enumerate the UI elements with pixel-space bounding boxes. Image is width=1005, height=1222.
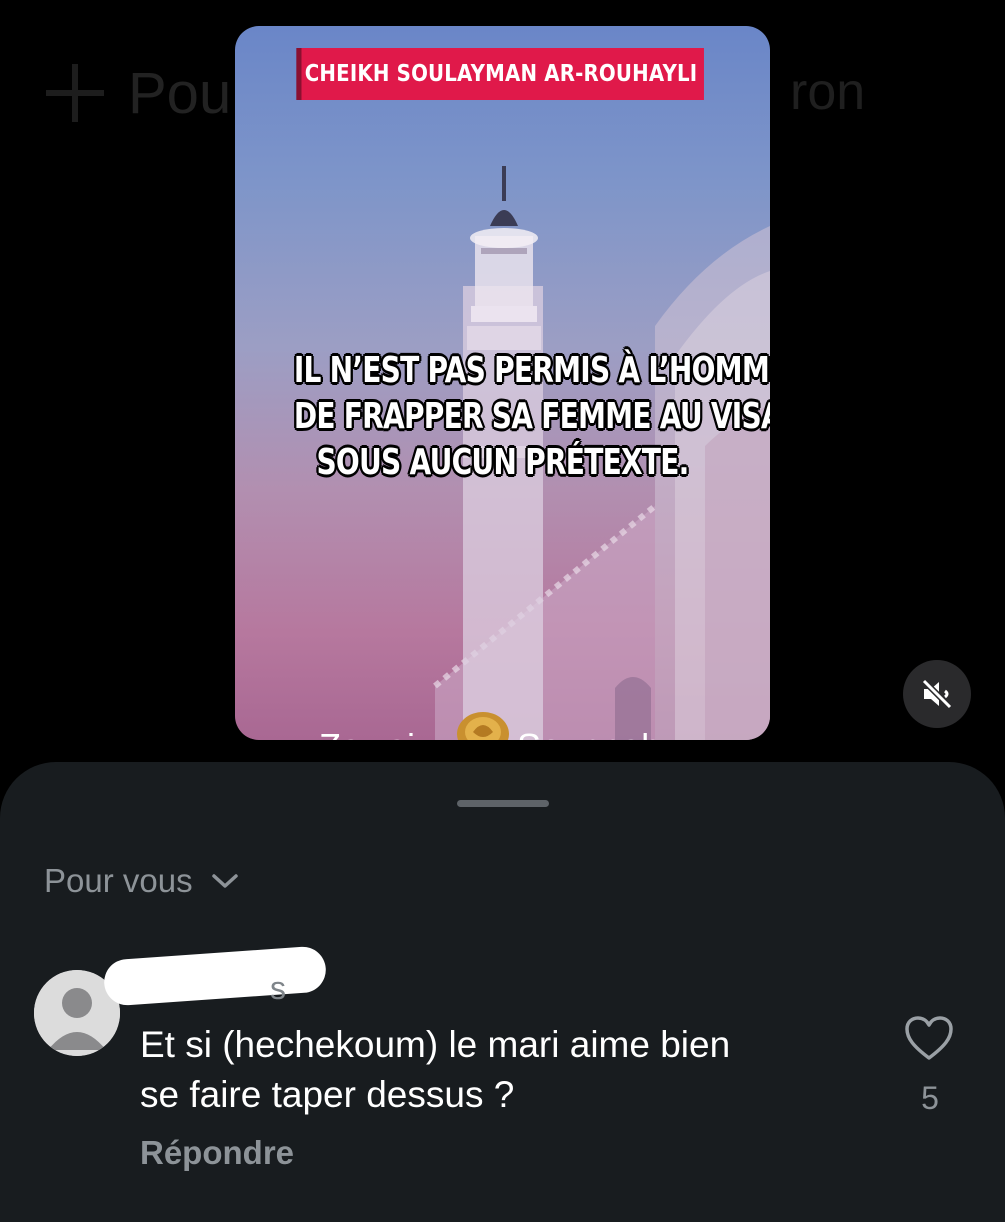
background-header-tail: ron: [790, 63, 866, 121]
comment-timestamp: s: [270, 970, 286, 1006]
redacted-username: [102, 945, 328, 1007]
speaker-muted-icon: [921, 679, 953, 709]
comment-text: Et si (hechekoum) le mari aime bien se f…: [140, 1020, 880, 1120]
mute-toggle-button[interactable]: [903, 660, 971, 728]
brand-name-right: Sounnah: [517, 726, 661, 740]
rose-logo-icon: [457, 712, 509, 740]
background-header: Pou: [40, 58, 231, 128]
video-quote: IL N’EST PAS PERMIS À L’HOMME DE FRAPPER…: [293, 348, 770, 486]
heart-icon[interactable]: [903, 1014, 955, 1062]
video-title-banner: CHEIKH SOULAYMAN AR-ROUHAYLI: [296, 48, 704, 100]
quote-line: DE FRAPPER SA FEMME AU VISAGE,: [293, 396, 770, 437]
comments-filter-dropdown[interactable]: Pour vous: [44, 862, 239, 900]
reply-button[interactable]: Répondre: [140, 1134, 294, 1172]
background-header-text: Pou: [128, 60, 232, 126]
filter-label: Pour vous: [44, 862, 193, 899]
comment-line: se faire taper dessus ?: [140, 1074, 515, 1115]
brand-watermark: Zawaj Sounnah: [235, 712, 770, 740]
plus-icon: [40, 58, 110, 128]
sheet-drag-handle[interactable]: [457, 800, 549, 807]
brand-name-left: Zawaj: [319, 726, 415, 740]
chevron-down-icon: [211, 874, 238, 888]
quote-line: IL N’EST PAS PERMIS À L’HOMME: [293, 350, 770, 391]
quote-line: SOUS AUCUN PRÉTEXTE.: [316, 442, 689, 483]
like-count: 5: [921, 1080, 939, 1116]
comments-sheet: Pour vous s Et si (hechekoum) le mari ai…: [0, 762, 1005, 1222]
comment-line: Et si (hechekoum) le mari aime bien: [140, 1024, 731, 1065]
video-player[interactable]: CHEIKH SOULAYMAN AR-ROUHAYLI IL N’EST PA…: [235, 26, 770, 740]
